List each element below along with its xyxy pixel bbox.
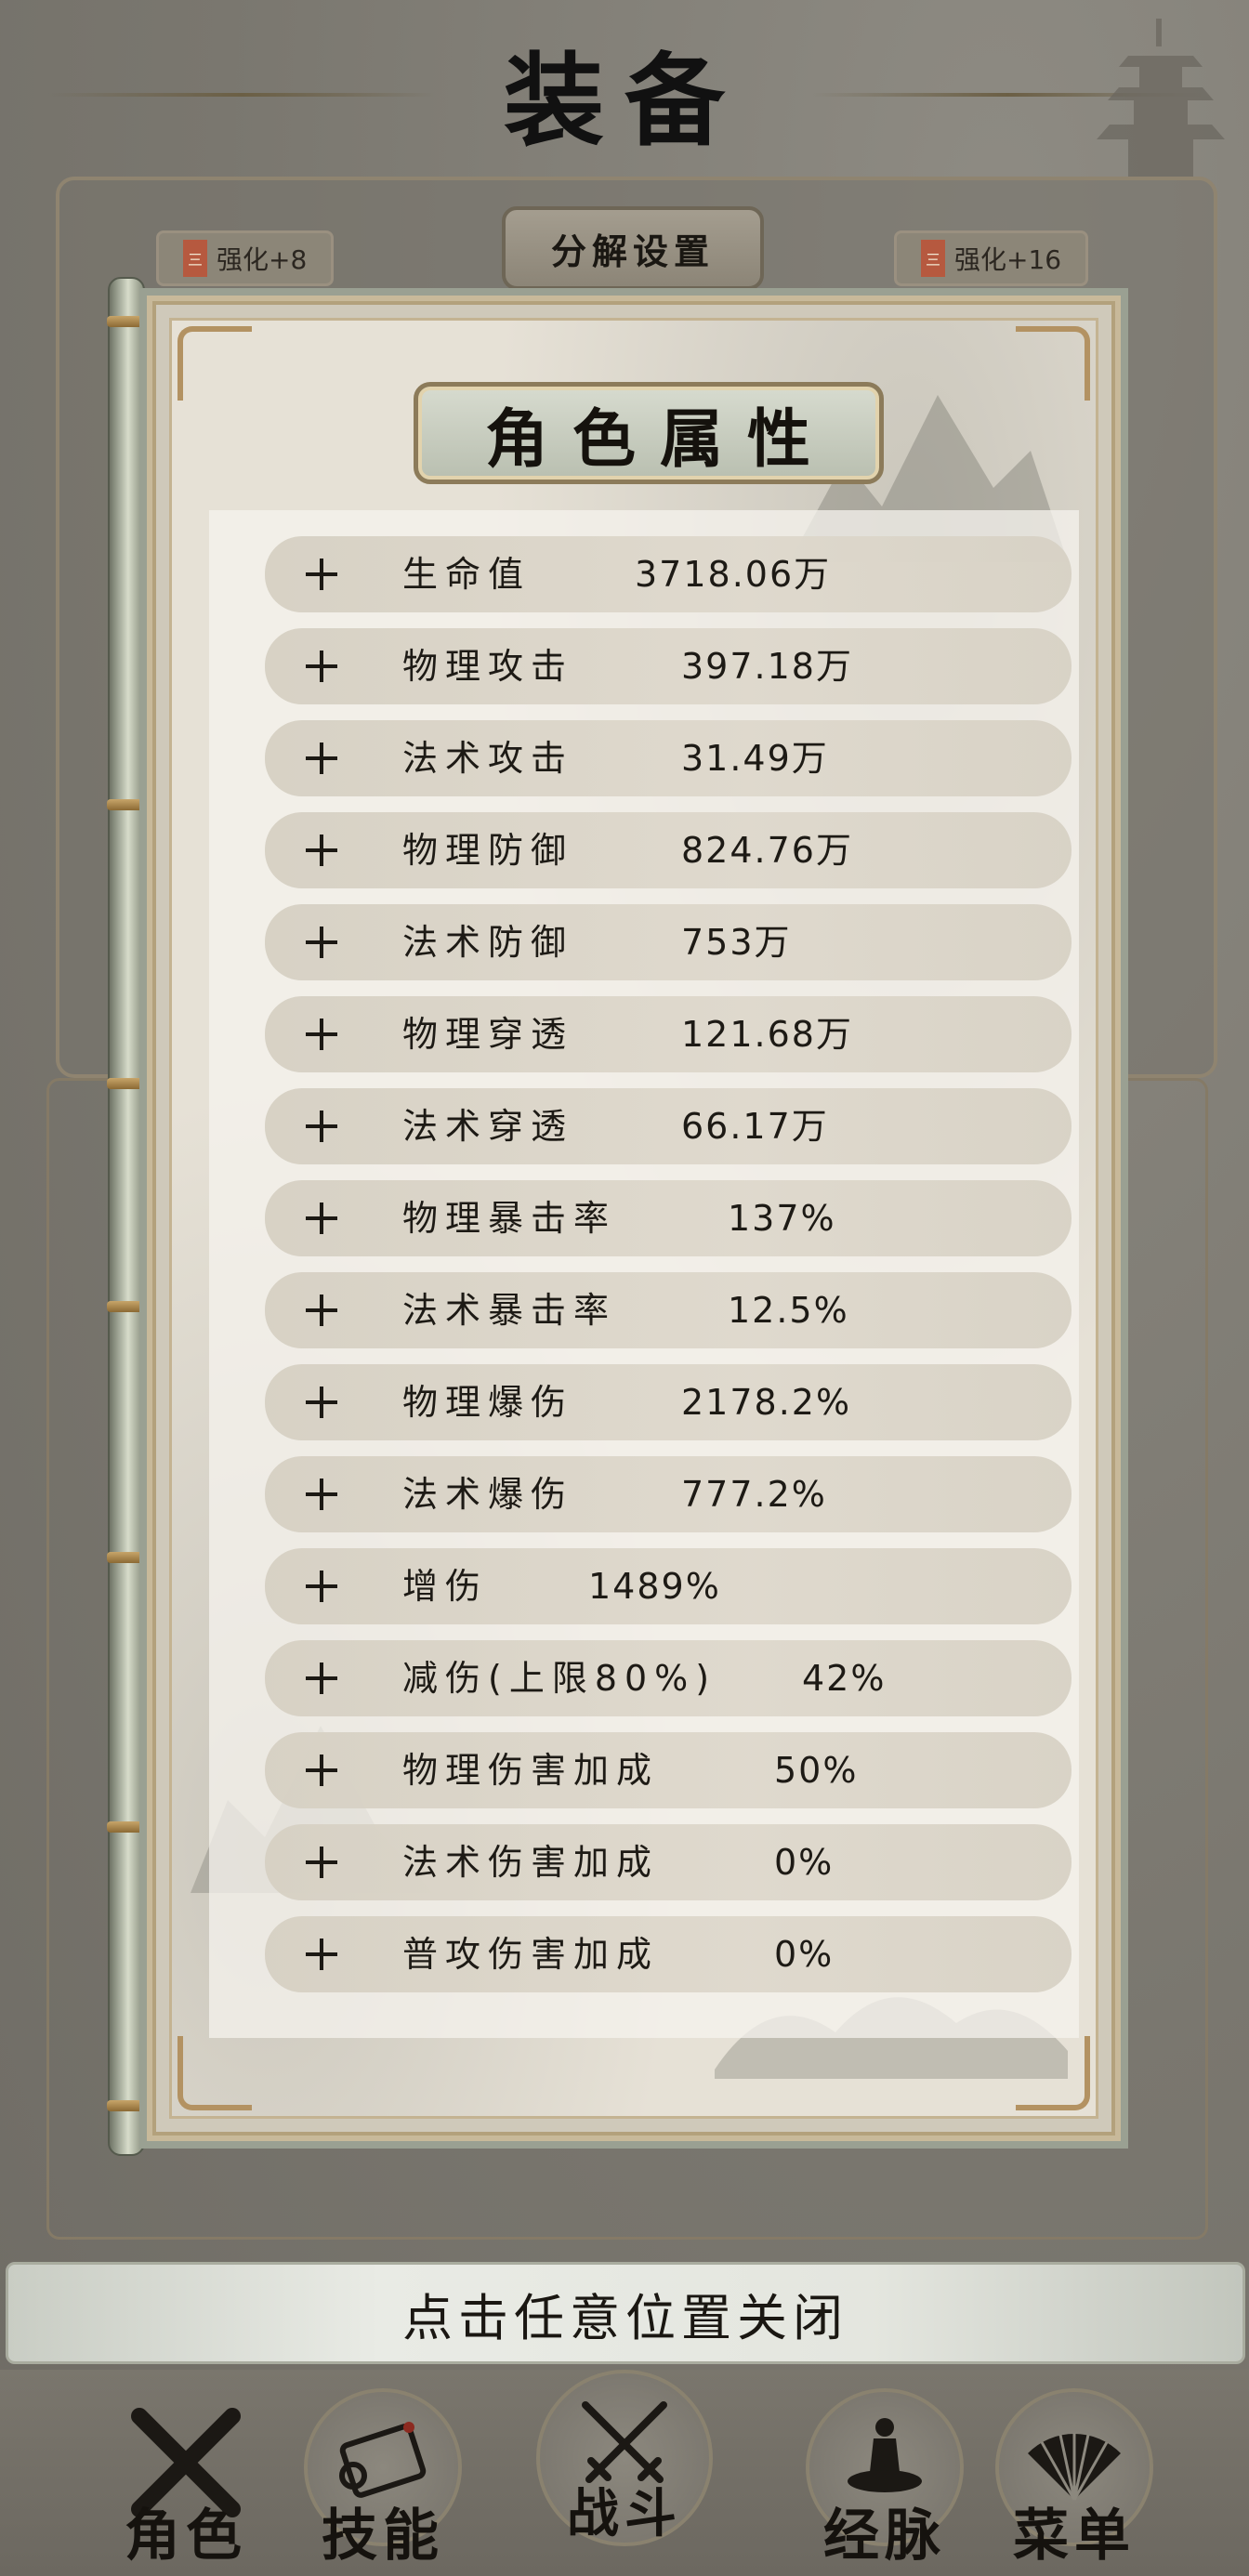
stat-value: 50% — [774, 1750, 859, 1791]
stat-name: 法术穿透 — [402, 1106, 574, 1147]
frame-corner — [177, 326, 252, 401]
stat-value: 137% — [728, 1198, 836, 1239]
plus-icon[interactable] — [296, 1377, 347, 1427]
stat-name: 普攻伤害加成 — [402, 1934, 660, 1975]
stat-row-hp: 生命值 3718.06万 — [265, 536, 1072, 612]
nav-label: 经脉 — [823, 2504, 946, 2569]
stat-name: 物理暴击率 — [402, 1198, 617, 1239]
stat-value: 42% — [802, 1658, 887, 1699]
nav-label: 战斗 — [567, 2483, 682, 2544]
stat-value: 0% — [774, 1934, 835, 1975]
nav-item-character[interactable]: 角色 — [84, 2370, 288, 2576]
enhance-level-label: 强化+8 — [217, 244, 308, 275]
plus-icon[interactable] — [296, 641, 347, 691]
stat-row-basic-attack-bonus: 普攻伤害加成 0% — [265, 1916, 1072, 1992]
stat-value: 777.2% — [681, 1474, 827, 1515]
enhance-level-label: 强化+16 — [954, 244, 1062, 275]
plus-icon[interactable] — [296, 549, 347, 599]
stat-row-magic-defense: 法术防御 753万 — [265, 904, 1072, 980]
stat-row-magic-crit-rate: 法术暴击率 12.5% — [265, 1272, 1072, 1348]
stat-value: 0% — [774, 1842, 835, 1883]
equipment-slot-left[interactable]: 三 强化+8 — [156, 230, 335, 286]
plus-icon[interactable] — [296, 1745, 347, 1795]
stat-name: 法术暴击率 — [402, 1290, 617, 1331]
stat-row-magic-attack: 法术攻击 31.49万 — [265, 720, 1072, 796]
plus-icon[interactable] — [296, 733, 347, 783]
stat-name: 法术爆伤 — [402, 1474, 574, 1515]
equipment-slot-right[interactable]: 三 强化+16 — [894, 230, 1089, 286]
stat-value: 397.18万 — [681, 646, 853, 687]
stat-row-physical-defense: 物理防御 824.76万 — [265, 812, 1072, 888]
plus-icon[interactable] — [296, 1101, 347, 1151]
stat-name: 增伤 — [402, 1566, 489, 1607]
stat-name: 法术防御 — [402, 922, 574, 963]
header: 装备 — [0, 28, 1249, 160]
stat-row-physical-crit-damage: 物理爆伤 2178.2% — [265, 1364, 1072, 1440]
pagoda-icon — [1097, 19, 1225, 177]
frame-corner — [1016, 2036, 1090, 2110]
stat-value: 66.17万 — [681, 1106, 829, 1147]
bottom-nav: 角色 技能 战斗 经脉 菜单 — [0, 2370, 1249, 2576]
plus-icon[interactable] — [296, 1837, 347, 1887]
stat-row-magic-damage-bonus: 法术伤害加成 0% — [265, 1824, 1072, 1900]
stat-value: 1489% — [588, 1566, 721, 1607]
stat-row-magic-crit-damage: 法术爆伤 777.2% — [265, 1456, 1072, 1532]
header-divider-left — [46, 93, 437, 97]
stat-name: 物理防御 — [402, 830, 574, 871]
stat-row-physical-crit-rate: 物理暴击率 137% — [265, 1180, 1072, 1256]
nav-item-meridians[interactable]: 经脉 — [782, 2370, 987, 2576]
plus-icon[interactable] — [296, 1285, 347, 1335]
nav-item-battle[interactable]: 战斗 — [522, 2370, 727, 2576]
stat-value: 121.68万 — [681, 1014, 853, 1055]
modal-title: 角色属性 — [414, 382, 884, 484]
plus-icon[interactable] — [296, 825, 347, 875]
modal-content: 角色属性 生命值 3718.06万 物理攻击 397.18万 法术攻击 31.4… — [169, 318, 1098, 2119]
stat-list: 生命值 3718.06万 物理攻击 397.18万 法术攻击 31.49万 物理… — [209, 510, 1079, 2038]
nav-label: 菜单 — [1013, 2504, 1136, 2569]
nav-label: 技能 — [322, 2504, 444, 2569]
close-hint-bar[interactable]: 点击任意位置关闭 — [6, 2262, 1245, 2364]
stat-row-damage-reduction: 减伤(上限80%) 42% — [265, 1640, 1072, 1716]
attributes-modal: 角色属性 生命值 3718.06万 物理攻击 397.18万 法术攻击 31.4… — [139, 288, 1128, 2149]
plus-icon[interactable] — [296, 1193, 347, 1243]
stat-value: 12.5% — [728, 1290, 849, 1331]
plus-icon[interactable] — [296, 1469, 347, 1519]
stat-name: 物理伤害加成 — [402, 1750, 660, 1791]
stat-value: 2178.2% — [681, 1382, 852, 1423]
stat-name: 法术攻击 — [402, 738, 574, 779]
plus-icon[interactable] — [296, 1561, 347, 1611]
stat-row-physical-penetration: 物理穿透 121.68万 — [265, 996, 1072, 1072]
slot-badge: 三 — [921, 240, 945, 277]
page-title: 装备 — [503, 43, 745, 160]
stat-row-magic-penetration: 法术穿透 66.17万 — [265, 1088, 1072, 1164]
stat-row-physical-damage-bonus: 物理伤害加成 50% — [265, 1732, 1072, 1808]
stat-name: 减伤(上限80%) — [402, 1658, 717, 1699]
stat-name: 法术伤害加成 — [402, 1842, 660, 1883]
stat-value: 824.76万 — [681, 830, 853, 871]
plus-icon[interactable] — [296, 1929, 347, 1979]
frame-corner — [1016, 326, 1090, 401]
stat-row-physical-attack: 物理攻击 397.18万 — [265, 628, 1072, 704]
nav-item-menu[interactable]: 菜单 — [972, 2370, 1177, 2576]
frame-corner — [177, 2036, 252, 2110]
decompose-settings-button[interactable]: 分解设置 — [502, 206, 764, 290]
plus-icon[interactable] — [296, 1009, 347, 1059]
stat-value: 31.49万 — [681, 738, 829, 779]
slot-badge: 三 — [183, 240, 207, 277]
stat-name: 生命值 — [402, 554, 532, 595]
stat-name: 物理穿透 — [402, 1014, 574, 1055]
stat-name: 物理攻击 — [402, 646, 574, 687]
stat-name: 物理爆伤 — [402, 1382, 574, 1423]
nav-item-skills[interactable]: 技能 — [281, 2370, 485, 2576]
stat-value: 753万 — [681, 922, 792, 963]
plus-icon[interactable] — [296, 1653, 347, 1703]
stat-row-damage-increase: 增伤 1489% — [265, 1548, 1072, 1624]
stat-value: 3718.06万 — [635, 554, 832, 595]
nav-label: 角色 — [125, 2504, 247, 2569]
plus-icon[interactable] — [296, 917, 347, 967]
